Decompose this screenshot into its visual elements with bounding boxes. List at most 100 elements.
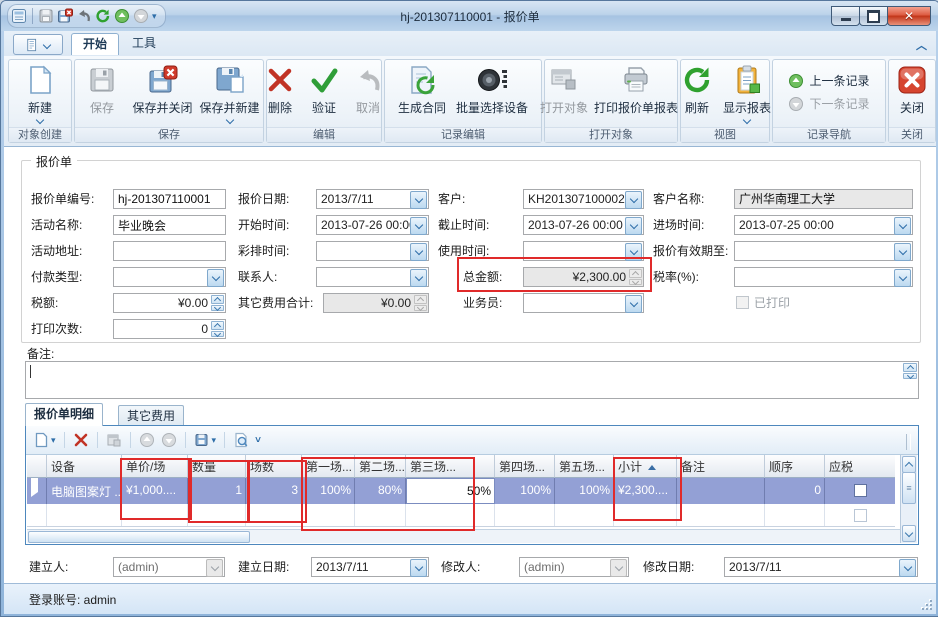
salesman-combo[interactable]: [523, 293, 644, 313]
column-header-session1[interactable]: 第一场...: [302, 455, 355, 478]
chevron-down-icon[interactable]: [625, 217, 642, 235]
column-header-order[interactable]: 顺序: [765, 455, 825, 478]
empty-row[interactable]: [27, 504, 895, 527]
print-quote-report-button[interactable]: 打印报价单报表: [589, 60, 683, 116]
column-header-sessions[interactable]: 场数: [246, 455, 302, 478]
taxable-checkbox[interactable]: [854, 484, 867, 497]
chevron-down-icon[interactable]: [410, 269, 427, 287]
modify-date-combo[interactable]: 2013/7/11: [724, 557, 918, 577]
toolbar-more-button[interactable]: ˅: [254, 434, 262, 447]
table-row[interactable]: 电脑图案灯 ... ¥1,000.... 1 3 100% 80% 50% 10…: [27, 478, 895, 504]
tax-field[interactable]: ¥0.00: [113, 293, 226, 313]
chevron-down-icon[interactable]: [625, 295, 642, 313]
new-button[interactable]: 新建: [13, 60, 67, 123]
delete-row-button[interactable]: [72, 431, 90, 449]
remark-scroll-buttons[interactable]: [903, 363, 917, 379]
save-and-close-button[interactable]: 保存并关闭: [129, 60, 196, 116]
batch-select-device-button[interactable]: 批量选择设备: [451, 60, 533, 116]
cell-unit-price[interactable]: ¥1,000....: [122, 478, 188, 504]
cell-qty[interactable]: 1: [188, 478, 246, 504]
tax-rate-combo[interactable]: [734, 267, 913, 287]
chevron-down-icon[interactable]: [894, 217, 911, 235]
cell-order[interactable]: 0: [765, 478, 825, 504]
cell-remark[interactable]: [677, 478, 765, 504]
valid-until-combo[interactable]: [734, 241, 913, 261]
quote-date-combo[interactable]: 2013/7/11: [316, 189, 429, 209]
delete-button[interactable]: 删除: [258, 60, 302, 116]
move-down-button[interactable]: [160, 431, 178, 449]
chevron-down-icon[interactable]: [410, 243, 427, 261]
chevron-down-icon[interactable]: [899, 559, 916, 577]
scrollbar-thumb[interactable]: ≡: [902, 472, 916, 504]
cell-device[interactable]: 电脑图案灯 ...: [47, 478, 122, 504]
rehearsal-time-combo[interactable]: [316, 241, 429, 261]
cell-session2[interactable]: 80%: [355, 478, 406, 504]
chevron-down-icon[interactable]: [625, 243, 642, 261]
column-header-taxable[interactable]: 应税: [825, 455, 895, 478]
previous-record-button[interactable]: 上一条记录: [788, 72, 869, 89]
preview-button[interactable]: [232, 431, 250, 449]
chevron-down-icon[interactable]: [894, 269, 911, 287]
column-header-subtotal[interactable]: 小计: [614, 455, 677, 478]
remark-textarea[interactable]: [25, 361, 919, 399]
cell-session5[interactable]: 100%: [555, 478, 614, 504]
title-bar[interactable]: ▾ hj-201307110001 - 报价单 ✕: [1, 1, 938, 31]
chevron-down-icon[interactable]: [207, 269, 224, 287]
close-window-button[interactable]: ✕: [887, 6, 931, 26]
scrollbar-thumb[interactable]: [28, 531, 250, 543]
tab-tools[interactable]: 工具: [121, 33, 167, 54]
show-report-button[interactable]: 显示报表: [719, 60, 775, 123]
collapse-ribbon-icon[interactable]: ︿: [916, 37, 927, 53]
copy-row-button[interactable]: [105, 431, 123, 449]
customer-combo[interactable]: KH201307100002: [523, 189, 644, 209]
save-button[interactable]: 保存: [75, 60, 129, 116]
entry-time-combo[interactable]: 2013-07-25 00:00: [734, 215, 913, 235]
print-count-field[interactable]: 0: [113, 319, 226, 339]
quote-no-input[interactable]: [113, 189, 226, 209]
chevron-down-icon[interactable]: [894, 243, 911, 261]
maximize-button[interactable]: [859, 6, 888, 26]
validate-button[interactable]: 验证: [302, 60, 346, 116]
generate-contract-button[interactable]: 生成合同: [393, 60, 451, 116]
contact-combo[interactable]: [316, 267, 429, 287]
column-header-session5[interactable]: 第五场...: [555, 455, 614, 478]
tab-other-fees[interactable]: 其它费用: [118, 405, 184, 426]
event-name-input[interactable]: [113, 215, 226, 235]
column-header-device[interactable]: 设备: [47, 455, 122, 478]
chevron-down-icon[interactable]: [625, 191, 642, 209]
column-header-unit-price[interactable]: 单价/场: [122, 455, 188, 478]
grid-horizontal-scrollbar[interactable]: [27, 529, 900, 543]
export-button[interactable]: ▾: [193, 431, 218, 449]
cell-session3-editor[interactable]: 50%: [406, 478, 495, 504]
tab-quote-detail[interactable]: 报价单明细: [25, 403, 103, 426]
spinner-buttons[interactable]: [211, 321, 224, 337]
column-header-session3[interactable]: 第三场...: [406, 455, 495, 478]
grid-vertical-scrollbar[interactable]: ≡: [900, 455, 917, 543]
cell-session4[interactable]: 100%: [495, 478, 555, 504]
refresh-button[interactable]: 刷新: [675, 60, 719, 116]
use-time-combo[interactable]: [523, 241, 644, 261]
new-row-button[interactable]: ▾: [32, 431, 57, 449]
column-header-qty[interactable]: 数量: [188, 455, 246, 478]
chevron-down-icon[interactable]: [410, 217, 427, 235]
minimize-button[interactable]: [831, 6, 860, 26]
column-header-remark[interactable]: 备注: [677, 455, 765, 478]
cell-taxable[interactable]: [825, 478, 895, 504]
chevron-down-icon[interactable]: [410, 191, 427, 209]
resize-grip[interactable]: [920, 598, 932, 610]
save-and-new-button[interactable]: 保存并新建: [196, 60, 263, 123]
printed-checkbox[interactable]: [736, 296, 749, 309]
chevron-down-icon[interactable]: [410, 559, 427, 577]
cell-subtotal[interactable]: ¥2,300....: [614, 478, 677, 504]
cell-sessions[interactable]: 3: [246, 478, 302, 504]
start-time-combo[interactable]: 2013-07-26 00:00: [316, 215, 429, 235]
payment-type-combo[interactable]: [113, 267, 226, 287]
close-button[interactable]: 关闭: [889, 60, 935, 116]
event-address-input[interactable]: [113, 241, 226, 261]
taxable-checkbox[interactable]: [854, 509, 867, 522]
scroll-up-button[interactable]: [902, 456, 916, 473]
next-record-button[interactable]: 下一条记录: [788, 95, 869, 112]
open-object-button[interactable]: 打开对象: [539, 60, 589, 116]
move-up-button[interactable]: [138, 431, 156, 449]
end-time-combo[interactable]: 2013-07-26 00:00: [523, 215, 644, 235]
